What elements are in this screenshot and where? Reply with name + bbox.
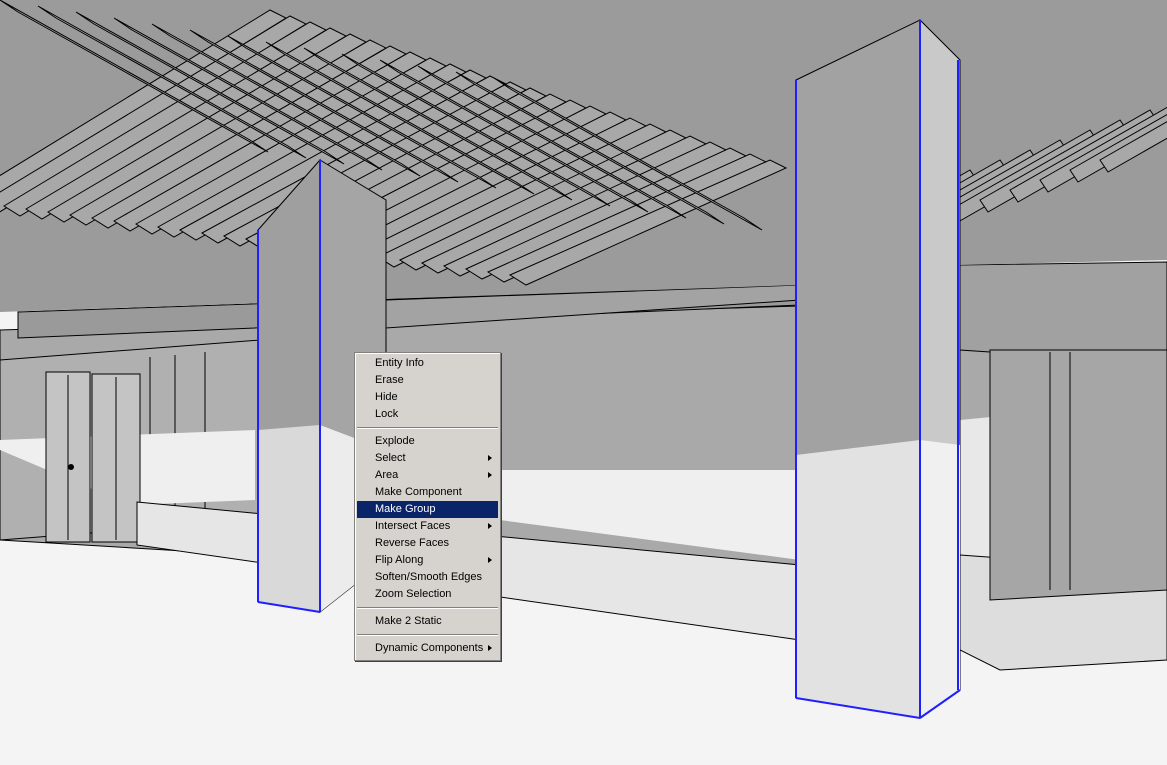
menu-item-label: Zoom Selection: [375, 588, 452, 600]
model-viewport[interactable]: [0, 0, 1167, 765]
menu-item-label: Flip Along: [375, 554, 424, 566]
menu-item-label: Erase: [375, 374, 404, 386]
menu-item-label: Soften/Smooth Edges: [375, 571, 483, 583]
menu-item-dynamic-components[interactable]: Dynamic Components: [357, 640, 498, 657]
menu-item-label: Hide: [375, 391, 398, 403]
menu-item-make-2-static[interactable]: Make 2 Static: [357, 613, 498, 630]
menu-item-label: Area: [375, 469, 399, 481]
menu-item-reverse-faces[interactable]: Reverse Faces: [357, 535, 498, 552]
menu-item-label: Intersect Faces: [375, 520, 451, 532]
menu-separator: [357, 634, 498, 636]
submenu-arrow-icon: [488, 557, 492, 563]
context-menu: Entity Info Erase Hide Lock Explode Select Are…: [354, 352, 501, 661]
menu-item-label: Lock: [375, 408, 399, 420]
menu-item-label: Reverse Faces: [375, 537, 449, 549]
menu-item-flip-along[interactable]: Flip Along: [357, 552, 498, 569]
submenu-arrow-icon: [488, 523, 492, 529]
menu-item-label: Select: [375, 452, 406, 464]
submenu-arrow-icon: [488, 645, 492, 651]
menu-item-soften-smooth-edges[interactable]: Soften/Smooth Edges: [357, 569, 498, 586]
submenu-arrow-icon: [488, 455, 492, 461]
menu-item-label: Dynamic Components: [375, 642, 484, 654]
column-right: [795, 18, 961, 719]
menu-item-label: Make 2 Static: [375, 615, 442, 627]
menu-separator: [357, 427, 498, 429]
menu-item-lock[interactable]: Lock: [357, 406, 498, 423]
menu-item-hide[interactable]: Hide: [357, 389, 498, 406]
menu-item-label: Entity Info: [375, 357, 424, 369]
menu-item-label: Make Group: [375, 503, 436, 515]
right-wing: [959, 261, 1167, 353]
elevator-doors: [45, 371, 141, 543]
menu-item-erase[interactable]: Erase: [357, 372, 498, 389]
menu-item-explode[interactable]: Explode: [357, 433, 498, 450]
menu-separator: [357, 607, 498, 609]
menu-item-make-group[interactable]: Make Group: [357, 501, 498, 518]
menu-item-label: Explode: [375, 435, 415, 447]
menu-item-intersect-faces[interactable]: Intersect Faces: [357, 518, 498, 535]
submenu-arrow-icon: [488, 472, 492, 478]
menu-item-select[interactable]: Select: [357, 450, 498, 467]
menu-item-entity-info[interactable]: Entity Info: [357, 355, 498, 372]
menu-item-zoom-selection[interactable]: Zoom Selection: [357, 586, 498, 603]
menu-item-make-component[interactable]: Make Component: [357, 484, 498, 501]
menu-item-area[interactable]: Area: [357, 467, 498, 484]
menu-item-label: Make Component: [375, 486, 462, 498]
